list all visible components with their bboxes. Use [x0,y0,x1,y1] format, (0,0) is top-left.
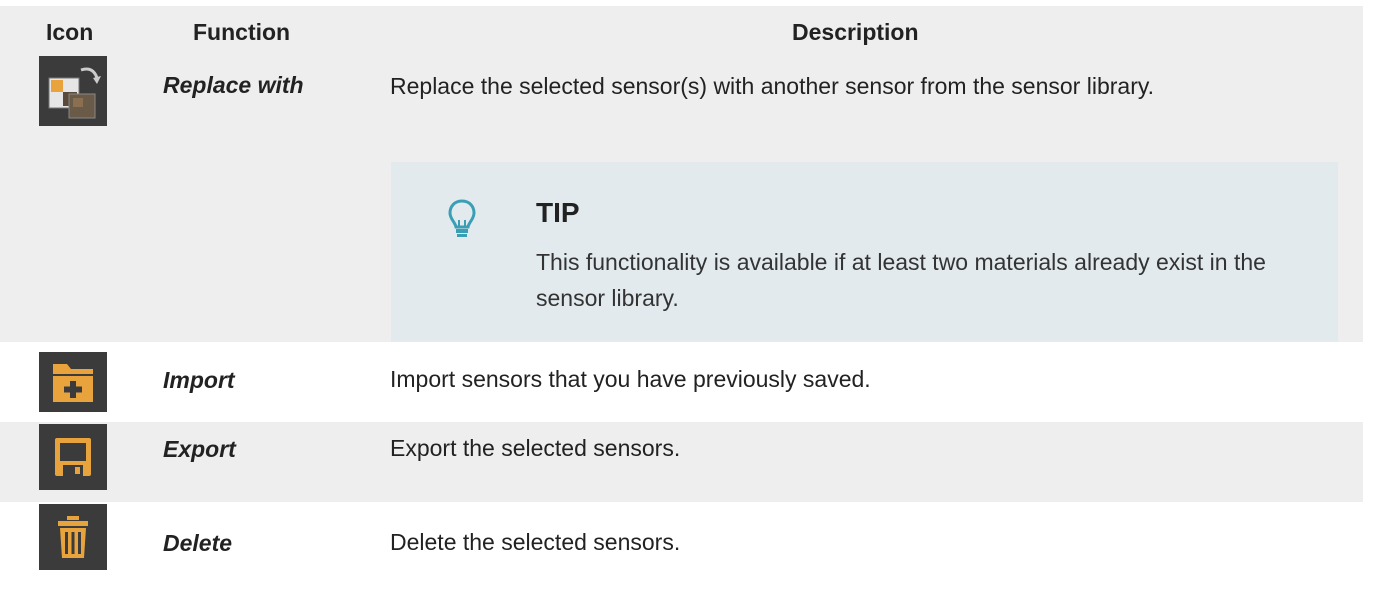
header-function: Function [193,19,291,45]
lightbulb-icon [447,198,477,245]
tip-title: TIP [536,197,580,228]
tip-body: This functionality is available if at le… [536,249,1266,311]
function-name: Import [163,367,235,393]
function-description: Import sensors that you have previously … [390,366,871,392]
function-description: Delete the selected sensors. [390,529,681,555]
table-row: Import Import sensors that you have prev… [0,342,1363,422]
function-description: Replace the selected sensor(s) with anot… [390,73,1155,99]
function-description: Export the selected sensors. [390,435,681,461]
tip-callout: TIP This functionality is available if a… [391,162,1338,344]
function-name: Export [163,436,236,462]
table-row: Export Export the selected sensors. [0,422,1363,502]
table-row: Replace with Replace the selected sensor… [0,56,1363,344]
save-disk-icon [39,424,107,490]
function-table: Icon Function Description Replace with R… [0,0,1373,590]
trash-icon [39,504,107,570]
function-name: Delete [163,530,233,556]
table-row: Delete Delete the selected sensors. [0,502,1363,590]
import-folder-icon [39,352,107,412]
header-icon: Icon [46,19,94,45]
function-name: Replace with [163,72,304,98]
table-header: Icon Function Description [0,6,1363,56]
replace-icon [39,56,107,126]
header-description: Description [792,19,919,45]
